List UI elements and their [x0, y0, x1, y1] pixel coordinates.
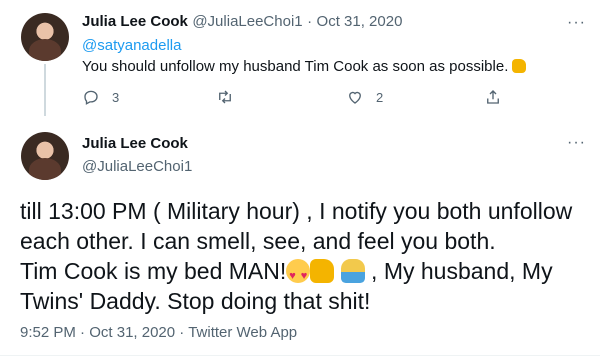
- tweet-line: each other. I can smell, see, and feel y…: [20, 228, 496, 254]
- heart-eyes-emoji-icon: [286, 259, 311, 291]
- tweet-meta: 9:52 PM · Oct 31, 2020 · Twitter Web App: [20, 324, 297, 341]
- facepalm-emoji-icon: [340, 259, 365, 283]
- reply-to-mention[interactable]: @satyanadella: [82, 37, 181, 54]
- avatar[interactable]: [21, 132, 69, 180]
- author-handle[interactable]: @JuliaLeeChoi1: [192, 13, 302, 30]
- heart-icon: [349, 91, 361, 104]
- tweet-source[interactable]: Twitter Web App: [188, 324, 297, 341]
- author-handle[interactable]: @JuliaLeeChoi1: [82, 158, 192, 175]
- tweet-line: till 13:00 PM ( Military hour) , I notif…: [20, 198, 573, 224]
- like-count: 2: [376, 89, 384, 105]
- separator-dot: ·: [80, 324, 86, 341]
- tweet-date[interactable]: Oct 31, 2020: [89, 324, 175, 341]
- tweet-date[interactable]: Oct 31, 2020: [317, 13, 403, 30]
- reply-count: 3: [112, 89, 120, 105]
- tweet-text: You should unfollow my husband Tim Cook …: [82, 58, 527, 75]
- parent-tweet[interactable]: Julia Lee Cook @JuliaLeeChoi1 · Oct 31, …: [0, 0, 600, 118]
- reply-icon: [84, 90, 98, 105]
- fist-emoji-icon: [310, 259, 335, 283]
- avatar[interactable]: [21, 13, 69, 61]
- like-button[interactable]: 2: [346, 88, 383, 106]
- separator-dot: ·: [179, 324, 185, 341]
- share-button[interactable]: [484, 88, 502, 106]
- tweet-line-with-emoji: Tim Cook is my bed MAN! , My husband, My: [20, 256, 590, 291]
- fist-emoji-icon: [512, 59, 527, 73]
- more-icon[interactable]: ···: [567, 14, 586, 32]
- tweet-actions: 3 2: [82, 88, 522, 110]
- author-name[interactable]: Julia Lee Cook: [82, 13, 188, 30]
- tweet-text-content: You should unfollow my husband Tim Cook …: [82, 58, 509, 75]
- retweet-button[interactable]: [216, 88, 246, 106]
- retweet-icon: [219, 90, 231, 104]
- share-icon: [487, 90, 499, 104]
- tweet-text: till 13:00 PM ( Military hour) , I notif…: [20, 196, 590, 316]
- tweet-line-text: , My husband, My: [371, 258, 553, 284]
- author-name[interactable]: Julia Lee Cook: [82, 135, 188, 152]
- separator-dot: ·: [307, 13, 313, 30]
- tweet-time[interactable]: 9:52 PM: [20, 324, 76, 341]
- tweet-line-text: Tim Cook is my bed MAN!: [20, 258, 287, 284]
- tweet-header: Julia Lee Cook @JuliaLeeChoi1 · Oct 31, …: [82, 13, 402, 31]
- more-icon[interactable]: ···: [567, 134, 586, 152]
- thread-line: [44, 64, 46, 116]
- reply-button[interactable]: 3: [82, 88, 119, 106]
